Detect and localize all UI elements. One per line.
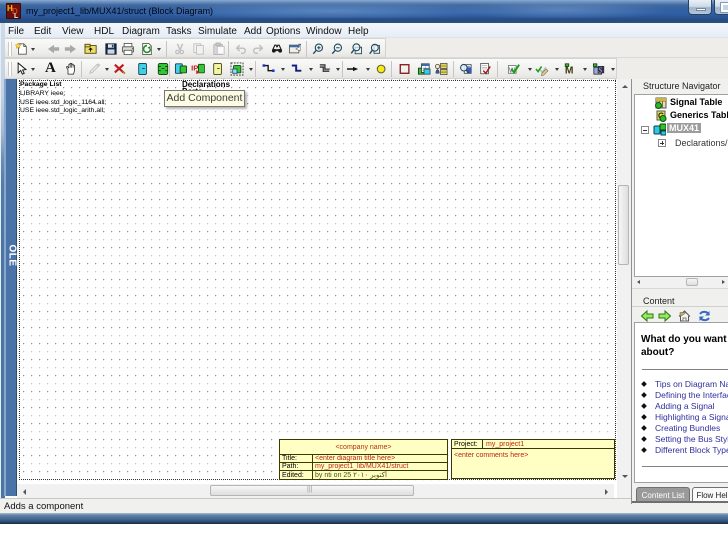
svg-text:M: M (565, 66, 574, 76)
svg-text:S: S (599, 67, 603, 74)
svg-text:L: L (14, 13, 19, 19)
